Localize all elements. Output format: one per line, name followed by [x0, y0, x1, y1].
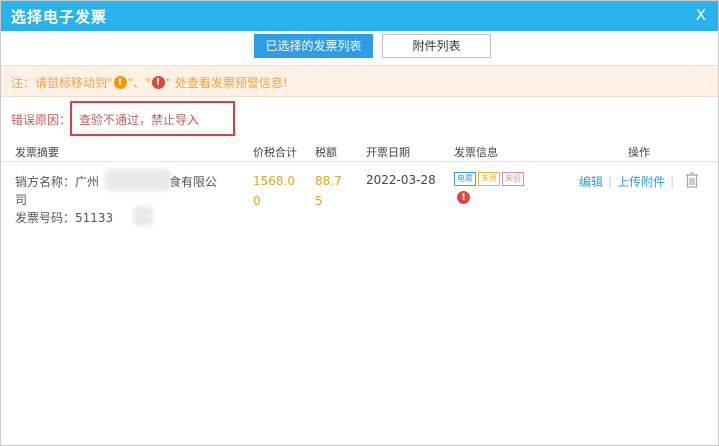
status-badge: 未用: [478, 172, 500, 186]
divider: |: [608, 174, 613, 189]
error-label: 错误原因：: [11, 113, 72, 127]
status-badge: 电票: [454, 172, 476, 186]
total-amount: 1568.00: [253, 174, 295, 208]
divider: |: [670, 174, 675, 189]
upload-attachment-button[interactable]: 上传附件: [617, 173, 665, 190]
dialog-title: 选择电子发票: [11, 8, 108, 26]
notice-prefix: 注：请鼠标移动到": [11, 76, 113, 90]
tab-bar: 已选择的发票列表 附件列表: [254, 34, 491, 58]
tab-selected-invoices[interactable]: 已选择的发票列表: [254, 34, 373, 58]
invoice-select-dialog: 选择电子发票 X 已选择的发票列表 附件列表 注：请鼠标移动到" ! "、" !…: [0, 0, 719, 446]
redaction-blur: [133, 206, 153, 226]
alert-icon[interactable]: !: [457, 191, 470, 204]
warning-notice: 注：请鼠标移动到" ! "、" ! " 处查看发票预警信息!: [1, 65, 718, 97]
close-icon[interactable]: X: [696, 6, 706, 24]
header-date: 开票日期: [366, 146, 410, 159]
invoice-date: 2022-03-28: [366, 173, 436, 187]
notice-mid: "、": [127, 76, 151, 90]
header-summary: 发票摘要: [15, 146, 59, 159]
header-actions: 操作: [628, 146, 650, 159]
header-total: 价税合计: [253, 146, 297, 159]
invoice-number: 发票号码：51133: [15, 211, 114, 225]
row-actions: 编辑 | 上传附件 |: [579, 172, 699, 191]
invoice-status-tags: 电票 未用 未验: [454, 172, 524, 186]
dialog-titlebar: 选择电子发票 X: [1, 1, 718, 31]
error-message: 查验不通过，禁止导入: [79, 113, 200, 127]
tax-amount: 88.75: [315, 174, 342, 208]
table-header: 发票摘要 价税合计 税额 开票日期 发票信息 操作: [1, 142, 718, 162]
red-warning-icon: !: [151, 76, 165, 89]
header-tax: 税额: [315, 146, 337, 159]
header-info: 发票信息: [454, 146, 498, 159]
tab-attachments[interactable]: 附件列表: [382, 34, 491, 58]
trash-icon[interactable]: [685, 172, 699, 191]
notice-text: 注：请鼠标移动到" ! "、" ! " 处查看发票预警信息!: [11, 74, 288, 91]
edit-button[interactable]: 编辑: [579, 173, 603, 190]
orange-warning-icon: !: [113, 76, 127, 89]
status-badge: 未验: [502, 172, 524, 186]
redaction-blur: [105, 169, 171, 191]
notice-suffix: " 处查看发票预警信息!: [165, 76, 288, 90]
